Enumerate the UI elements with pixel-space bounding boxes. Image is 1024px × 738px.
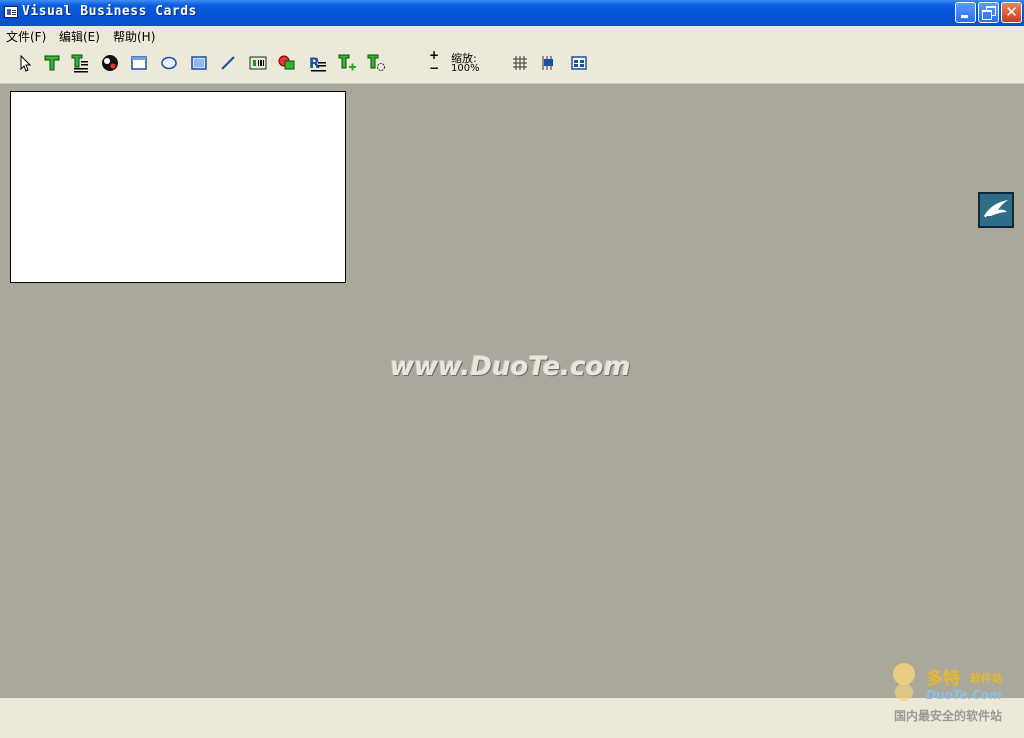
layout-icon[interactable] [569, 53, 589, 73]
title-bar: Visual Business Cards ✕ [0, 0, 1024, 27]
brand-sub: 软件站 [970, 672, 1003, 685]
window-title: Visual Business Cards [22, 4, 197, 19]
shapes-icon[interactable] [277, 53, 297, 73]
menu-file[interactable]: 文件(F) [6, 28, 46, 45]
bird-icon [984, 200, 1008, 218]
zoom-out-button[interactable]: − [428, 61, 440, 75]
zoom-value: 100% [451, 63, 480, 74]
rectangle-icon[interactable] [129, 53, 149, 73]
grid-icon[interactable] [510, 53, 530, 73]
add-text-icon[interactable] [337, 53, 357, 73]
brand-url: DuoTe.Com [926, 688, 1002, 702]
brand-tagline: 国内最安全的软件站 [894, 709, 1003, 723]
rotate-text-icon[interactable] [366, 53, 386, 73]
restore-button[interactable] [978, 2, 999, 23]
side-panel-button[interactable] [978, 192, 1014, 228]
menu-help[interactable]: 帮助(H) [113, 28, 155, 45]
close-button[interactable]: ✕ [1001, 2, 1022, 23]
business-card-canvas[interactable] [10, 91, 346, 283]
image-icon[interactable] [100, 53, 120, 73]
toolbar: R + − 缩放: 100% [0, 45, 1024, 84]
menu-edit[interactable]: 编辑(E) [59, 28, 100, 45]
line-icon[interactable] [218, 53, 238, 73]
align-icon[interactable] [538, 53, 558, 73]
menu-bar: 文件(F) 编辑(E) 帮助(H) [0, 26, 1024, 45]
ellipse-icon[interactable] [159, 53, 179, 73]
close-icon: ✕ [1005, 3, 1018, 21]
workspace-canvas[interactable]: www.DuoTe.com [0, 84, 1024, 698]
multiline-text-icon[interactable] [70, 53, 90, 73]
app-icon[interactable] [4, 6, 18, 18]
zoom-in-button[interactable]: + [428, 48, 440, 62]
status-bar [0, 698, 1024, 738]
rich-text-icon[interactable]: R [307, 53, 327, 73]
svg-text:R: R [309, 56, 320, 72]
text-icon[interactable] [42, 53, 62, 73]
brand-name: 多特 [926, 669, 960, 689]
watermark-text: www.DuoTe.com [390, 352, 631, 382]
filled-rectangle-icon[interactable] [189, 53, 209, 73]
barcode-icon[interactable] [248, 53, 268, 73]
pointer-icon[interactable] [15, 53, 35, 73]
minimize-button[interactable] [955, 2, 976, 23]
